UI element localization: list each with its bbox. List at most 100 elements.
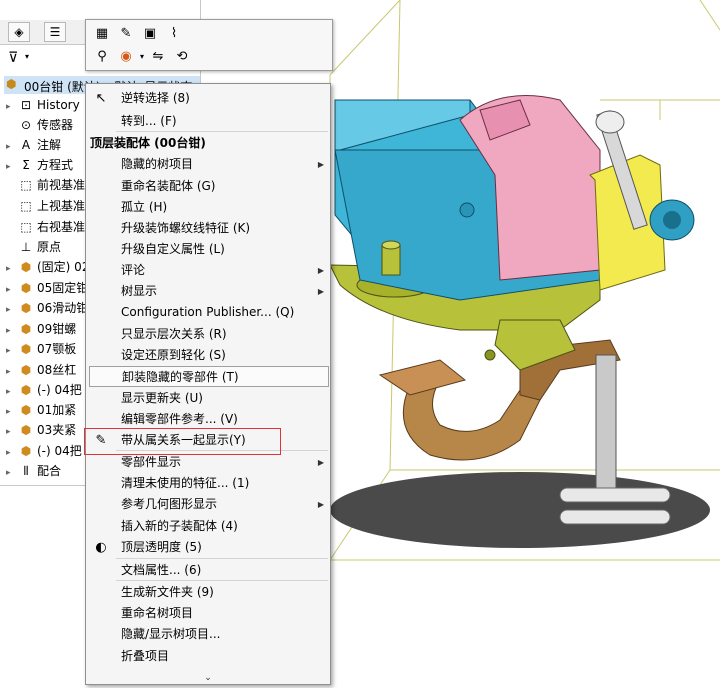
menu-item-rename-assembly[interactable]: 重命名装配体 (G) xyxy=(86,176,330,197)
tree-item-label: 03夹紧 xyxy=(37,423,77,437)
menu-item-show-top-level-mates[interactable]: 只显示层次关系 (R) xyxy=(86,324,330,345)
assembly-props-icon[interactable]: ▦ xyxy=(92,24,112,44)
menu-item-reverse-select[interactable]: ↖ 逆转选择 (8) xyxy=(86,88,330,109)
menu-item-label: 隐藏的树项目 xyxy=(121,157,194,171)
expand-arrow-icon[interactable]: ▸ xyxy=(6,300,18,318)
assembly-transparency-icon[interactable]: ⇋ xyxy=(148,47,168,67)
tree-item-label: 05固定钳 xyxy=(37,281,89,295)
submenu-arrow-icon: ▶ xyxy=(317,500,324,509)
menu-item-label: 卸装隐藏的零部件 (T) xyxy=(122,370,239,384)
rebuild-icon[interactable]: ⟲ xyxy=(172,47,192,67)
expand-arrow-icon[interactable]: ▸ xyxy=(6,341,18,359)
expand-arrow-icon[interactable]: ▸ xyxy=(6,362,18,380)
menu-separator xyxy=(116,558,328,559)
history-icon: ⊡ xyxy=(20,98,32,112)
plane-icon: ⬚ xyxy=(20,220,32,234)
clamp-screw xyxy=(595,354,617,496)
menu-item-upgrade-custom-props[interactable]: 升级自定义属性 (L) xyxy=(86,239,330,260)
tree-item-label: 09钳螺 xyxy=(37,322,77,336)
expand-arrow-icon[interactable]: ▸ xyxy=(6,321,18,339)
menu-item-upgrade-cosmetic-thread[interactable]: 升级装饰螺纹线特征 (K) xyxy=(86,218,330,239)
part-icon: ⬢ xyxy=(20,342,32,356)
menu-item-label: 升级装饰螺纹线特征 (K) xyxy=(121,221,251,235)
menu-item-unload-hidden-components[interactable]: 卸装隐藏的零部件 (T) xyxy=(89,366,329,387)
toolbox-icon[interactable]: ▣ xyxy=(140,24,160,44)
expand-arrow-icon[interactable]: ▸ xyxy=(6,280,18,298)
feature-tree-tab-icon[interactable]: ◈ xyxy=(8,22,30,42)
menu-item-set-restore-lightweight[interactable]: 设定还原到轻化 (S) xyxy=(86,345,330,366)
t-handle-bar-lower xyxy=(559,509,671,525)
part-icon: ⬢ xyxy=(20,383,32,397)
menu-item-reference-geometry-display[interactable]: 参考几何图形显示 ▶ xyxy=(86,494,330,515)
menu-item-top-level-transparency[interactable]: ◐ 顶层透明度 (5) xyxy=(86,537,330,558)
filter-icon[interactable]: ⊽ xyxy=(8,50,18,66)
menu-scroll-down-icon[interactable]: ⌄ xyxy=(86,672,330,684)
filter-dropdown-icon[interactable]: ▾ xyxy=(25,52,29,61)
expand-arrow-icon[interactable]: ▸ xyxy=(6,422,18,440)
attach-icon[interactable]: ⌇ xyxy=(164,24,184,44)
tree-item-label: (-) 04把 xyxy=(37,383,82,397)
menu-item-label: 生成新文件夹 (9) xyxy=(121,585,214,599)
menu-item-label: 升级自定义属性 (L) xyxy=(121,242,225,256)
expand-arrow-icon[interactable]: ▸ xyxy=(6,259,18,277)
menu-item-document-properties[interactable]: 文档属性... (6) xyxy=(86,560,330,581)
menu-item-label: 编辑零部件参考... (V) xyxy=(121,412,238,426)
menu-item-label: 树显示 xyxy=(121,284,158,298)
tree-item-label: 配合 xyxy=(37,464,62,478)
menu-item-new-folder[interactable]: 生成新文件夹 (9) xyxy=(86,582,330,603)
submenu-arrow-icon: ▶ xyxy=(317,160,324,169)
menu-item-collapse-items[interactable]: 折叠项目 xyxy=(86,646,330,667)
part-icon: ⬢ xyxy=(20,403,32,417)
menu-item-label: 转到... (F) xyxy=(121,114,177,128)
expand-arrow-icon[interactable]: ▸ xyxy=(6,97,18,115)
tree-item-label: 注解 xyxy=(37,138,62,152)
menu-item-label: 清理未使用的特征... (1) xyxy=(121,476,250,490)
part-icon: ⬢ xyxy=(20,444,32,458)
connector-hole xyxy=(484,349,496,361)
menu-item-label: 隐藏/显示树项目... xyxy=(121,627,221,641)
menu-item-label: 参考几何图形显示 xyxy=(121,497,218,511)
expand-arrow-icon[interactable]: ▸ xyxy=(6,157,18,175)
menu-item-show-update-holders[interactable]: 显示更新夹 (U) xyxy=(86,388,330,409)
menu-item-tree-display[interactable]: 树显示 ▶ xyxy=(86,281,330,302)
assembly-icon: ⬢ xyxy=(6,77,17,91)
menu-item-configuration-publisher[interactable]: Configuration Publisher... (Q) xyxy=(86,302,330,323)
menu-item-label: 插入新的子装配体 (4) xyxy=(121,519,238,533)
menu-item-comment[interactable]: 评论 ▶ xyxy=(86,260,330,281)
origin-icon: ⊥ xyxy=(20,240,32,254)
part-icon: ⬢ xyxy=(20,281,32,295)
equation-icon: Σ xyxy=(22,158,30,172)
submenu-arrow-icon: ▶ xyxy=(317,266,324,275)
expand-arrow-icon[interactable]: ▸ xyxy=(6,463,18,481)
lever-hub-center xyxy=(663,211,681,229)
menu-item-edit-component-references[interactable]: 编辑零部件参考... (V) xyxy=(86,409,330,430)
tree-item-label: (固定) 02 xyxy=(37,260,90,274)
plane-icon: ⬚ xyxy=(20,199,32,213)
sketch-icon[interactable]: ✎ xyxy=(116,24,136,44)
menu-item-isolate[interactable]: 孤立 (H) xyxy=(86,197,330,218)
menu-item-purge-unused-features[interactable]: 清理未使用的特征... (1) xyxy=(86,473,330,494)
expand-arrow-icon[interactable]: ▸ xyxy=(6,402,18,420)
menu-item-rename-tree-item[interactable]: 重命名树项目 xyxy=(86,603,330,624)
annotation-icon: A xyxy=(21,138,31,152)
menu-item-label: 设定还原到轻化 (S) xyxy=(121,348,226,362)
menu-item-insert-subassembly[interactable]: 插入新的子装配体 (4) xyxy=(86,516,330,537)
menu-item-hidden-tree-items[interactable]: 隐藏的树项目 ▶ xyxy=(86,154,330,175)
zoom-icon[interactable]: ⚲ xyxy=(92,47,112,67)
tree-item-label: 08丝杠 xyxy=(37,363,77,377)
highlight-annotation-box xyxy=(84,428,281,455)
pin-top xyxy=(381,240,401,250)
menu-item-hide-show-tree-items[interactable]: 隐藏/显示树项目... xyxy=(86,624,330,645)
expand-arrow-icon[interactable]: ▸ xyxy=(6,382,18,400)
menu-item-label: 显示更新夹 (U) xyxy=(121,391,203,405)
menu-item-goto[interactable]: 转到... (F) xyxy=(86,111,330,132)
expand-arrow-icon[interactable]: ▸ xyxy=(6,443,18,461)
expand-arrow-icon[interactable]: ▸ xyxy=(6,137,18,155)
part-icon: ⬢ xyxy=(20,260,32,274)
context-menu: ↖ 逆转选择 (8) 转到... (F) 顶层装配体 (00台钳) 隐藏的树项目 ▶ 重命名… xyxy=(85,83,331,685)
tree-item-label: (-) 04把 xyxy=(37,444,82,458)
tree-item-label: History xyxy=(37,98,80,112)
menu-item-component-display[interactable]: 零部件显示 ▶ xyxy=(86,452,330,473)
property-tab-icon[interactable]: ☰ xyxy=(44,22,66,42)
menu-section-header: 顶层装配体 (00台钳) xyxy=(90,136,206,150)
